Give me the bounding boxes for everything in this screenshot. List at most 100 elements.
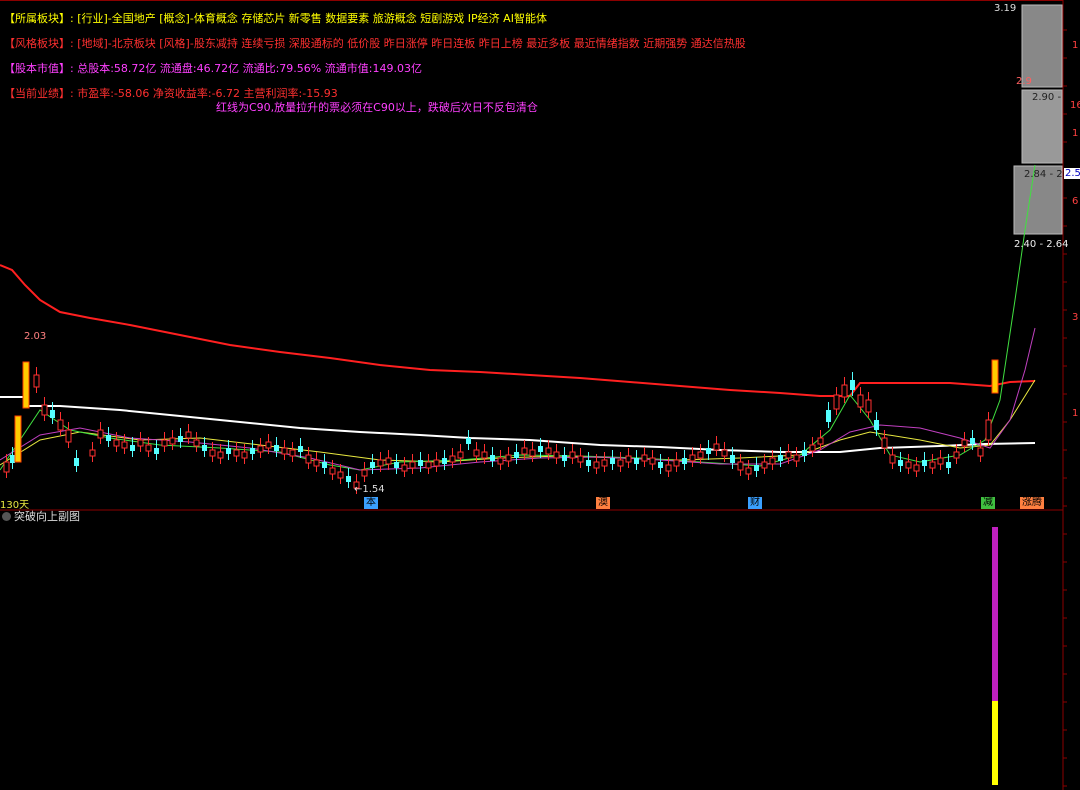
candle-body bbox=[250, 448, 255, 454]
candle-body bbox=[209, 449, 216, 457]
candle-body bbox=[497, 457, 504, 465]
candle-body bbox=[569, 451, 576, 459]
event-tag-ben[interactable]: 本 bbox=[364, 497, 378, 509]
candle-body bbox=[865, 399, 872, 413]
candle-body bbox=[394, 462, 399, 468]
event-tag-ao[interactable]: 澳 bbox=[596, 497, 610, 509]
candle-body bbox=[57, 419, 64, 431]
candle-body bbox=[586, 460, 591, 466]
candle-body bbox=[50, 410, 55, 418]
candle-body bbox=[514, 452, 519, 458]
perf-value: 市盈率:-58.06 净资收益率:-6.72 主营利润率:-15.93 bbox=[77, 87, 338, 100]
candle-body bbox=[377, 459, 384, 467]
candle-body bbox=[161, 439, 168, 447]
candle-body bbox=[193, 439, 200, 447]
event-tag-zhangteng[interactable]: 涨腾 bbox=[1020, 497, 1044, 509]
candle-body bbox=[682, 458, 687, 464]
candle-body bbox=[121, 441, 128, 449]
candle-body bbox=[610, 458, 615, 464]
candle-body bbox=[553, 451, 560, 459]
axis-tick-3: 1 bbox=[1072, 128, 1079, 139]
chip-low-label: 2.40 - 2.64 bbox=[1014, 239, 1069, 250]
collapse-toggle-icon[interactable] bbox=[2, 512, 11, 521]
candle-body bbox=[298, 446, 303, 452]
sector-label: 【所属板块】: bbox=[4, 12, 74, 25]
candle-body bbox=[89, 449, 96, 457]
candle-body bbox=[370, 462, 375, 468]
candle-body bbox=[778, 455, 783, 461]
candle-body bbox=[169, 437, 176, 445]
candle-body bbox=[529, 449, 536, 457]
chart-canvas bbox=[0, 0, 1067, 790]
candle-body bbox=[785, 451, 792, 459]
sector-value[interactable]: [行业]-全国地产 [概念]-体育概念 存储芯片 新零售 数据要素 旅游概念 短… bbox=[77, 12, 547, 25]
candle-body bbox=[985, 419, 992, 441]
candle-body bbox=[346, 476, 351, 482]
candle-body bbox=[233, 449, 240, 457]
perf-label: 【当前业绩】: bbox=[4, 87, 74, 100]
c90-note: 红线为C90,放量拉升的票必须在C90以上，跌破后次日不反包清仓 bbox=[216, 101, 538, 114]
candle-body bbox=[937, 457, 944, 465]
candle-body bbox=[857, 394, 864, 408]
candle-body bbox=[737, 461, 744, 471]
axis-tick-5: 3 bbox=[1072, 312, 1079, 323]
candle-body bbox=[137, 439, 144, 447]
event-tag-jian[interactable]: 减 bbox=[981, 497, 995, 509]
candle-body bbox=[418, 460, 423, 466]
chip-current-label: 2.84 - 2. bbox=[1024, 169, 1066, 180]
ma-c90-red-line bbox=[0, 264, 1036, 397]
axis-top-price: 3.19 bbox=[994, 3, 1017, 14]
signal-bar-1 bbox=[22, 361, 30, 409]
candle-body bbox=[10, 455, 15, 463]
candle-body bbox=[281, 447, 288, 455]
candle-body bbox=[265, 441, 272, 449]
candle-body bbox=[521, 447, 528, 455]
axis-tick-6: 1 bbox=[1072, 408, 1079, 419]
ma-white-line bbox=[0, 396, 1036, 453]
candle-body bbox=[178, 436, 183, 442]
candle-body bbox=[665, 464, 672, 472]
candle-body bbox=[538, 446, 543, 452]
candle-body bbox=[313, 459, 320, 467]
candle-body bbox=[425, 461, 432, 469]
candle-body bbox=[274, 445, 279, 451]
candle-body bbox=[145, 444, 152, 452]
high-price-label: 2.03 bbox=[24, 331, 47, 342]
candle-body bbox=[817, 437, 824, 445]
sub-bar-magenta bbox=[992, 527, 998, 701]
candle-body bbox=[761, 461, 768, 469]
sub-chart-header[interactable]: 突破向上副图 bbox=[0, 509, 80, 525]
candle-body bbox=[922, 460, 927, 466]
candle-body bbox=[601, 459, 608, 467]
sub-chart-title: 突破向上副图 bbox=[14, 510, 80, 523]
event-tag-cai[interactable]: 财 bbox=[748, 497, 762, 509]
candle-body bbox=[3, 461, 10, 473]
candle-body bbox=[41, 404, 48, 416]
right-axis-ticks bbox=[1063, 29, 1067, 787]
candle-body bbox=[881, 437, 888, 449]
style-value[interactable]: [地域]-北京板块 [风格]-股东减持 连续亏损 深股通标的 低价股 昨日涨停 … bbox=[77, 37, 746, 50]
candle-body bbox=[730, 455, 735, 463]
candle-body bbox=[457, 451, 464, 459]
candle-body bbox=[850, 380, 855, 390]
candle-body bbox=[385, 457, 392, 465]
chip-box-upper bbox=[1021, 4, 1063, 88]
candle-body bbox=[697, 451, 704, 459]
candle-body bbox=[505, 454, 512, 462]
candle-body bbox=[442, 458, 447, 464]
candle-body bbox=[625, 455, 632, 463]
candle-body bbox=[913, 464, 920, 472]
candle-body bbox=[745, 467, 752, 475]
candle-body bbox=[97, 429, 104, 439]
candle-body bbox=[946, 462, 951, 468]
candle-body bbox=[977, 447, 984, 457]
ma-green-line bbox=[0, 164, 1036, 471]
candle-body bbox=[217, 451, 224, 459]
axis-mid-price: 2.9 bbox=[1016, 76, 1032, 87]
candle-body bbox=[466, 438, 471, 444]
candle-body bbox=[154, 448, 159, 454]
candle-body bbox=[322, 462, 327, 468]
style-label: 【风格板块】: bbox=[4, 37, 74, 50]
candle-body bbox=[953, 451, 960, 459]
candle-body bbox=[202, 445, 207, 451]
